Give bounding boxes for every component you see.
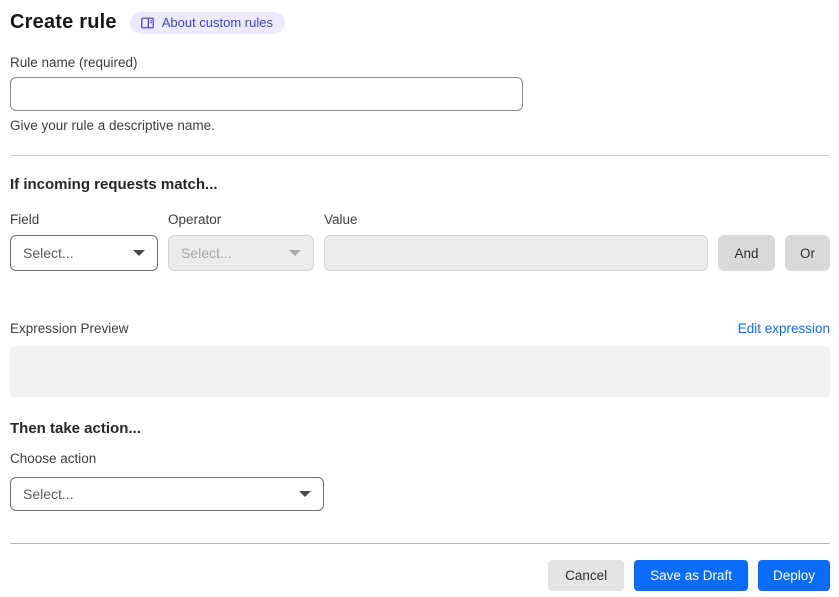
edit-expression-link[interactable]: Edit expression <box>738 321 830 336</box>
footer-divider <box>10 543 830 544</box>
value-input[interactable] <box>324 235 708 271</box>
footer-actions: Cancel Save as Draft Deploy <box>10 560 830 591</box>
chevron-down-icon <box>289 250 301 256</box>
field-select[interactable]: Select... <box>10 235 158 271</box>
value-label: Value <box>324 212 358 227</box>
rule-name-helper: Give your rule a descriptive name. <box>10 118 215 133</box>
rule-name-input[interactable] <box>10 77 523 111</box>
expression-preview-label: Expression Preview <box>10 321 129 336</box>
or-button[interactable]: Or <box>785 235 830 271</box>
choose-action-select[interactable]: Select... <box>10 477 324 511</box>
choose-action-value: Select... <box>23 486 74 502</box>
condition-builder-row: Field Operator Value Select... Select...… <box>10 212 830 271</box>
about-custom-rules-link[interactable]: About custom rules <box>129 11 285 34</box>
operator-label: Operator <box>168 212 222 227</box>
operator-select-value: Select... <box>181 245 232 261</box>
page-title: Create rule <box>10 11 117 33</box>
chevron-down-icon <box>299 491 311 497</box>
create-rule-page: Create rule About custom rules Rule name… <box>0 0 839 597</box>
save-as-draft-button[interactable]: Save as Draft <box>634 560 748 591</box>
field-select-value: Select... <box>23 245 74 261</box>
choose-action-label: Choose action <box>10 451 97 466</box>
field-label: Field <box>10 212 40 227</box>
chevron-down-icon <box>133 250 145 256</box>
rule-name-label: Rule name (required) <box>10 55 138 70</box>
action-section-heading: Then take action... <box>10 420 141 437</box>
cancel-button[interactable]: Cancel <box>548 560 625 591</box>
match-section-heading: If incoming requests match... <box>10 176 218 193</box>
about-custom-rules-label: About custom rules <box>161 15 273 30</box>
section-divider-top <box>10 155 830 156</box>
and-button[interactable]: And <box>718 235 775 271</box>
book-docs-icon <box>140 16 155 30</box>
page-header: Create rule About custom rules <box>10 11 830 34</box>
operator-select[interactable]: Select... <box>168 235 314 271</box>
expression-preview-box <box>10 346 830 397</box>
deploy-button[interactable]: Deploy <box>757 560 830 591</box>
expression-preview-header: Expression Preview Edit expression <box>10 321 830 336</box>
